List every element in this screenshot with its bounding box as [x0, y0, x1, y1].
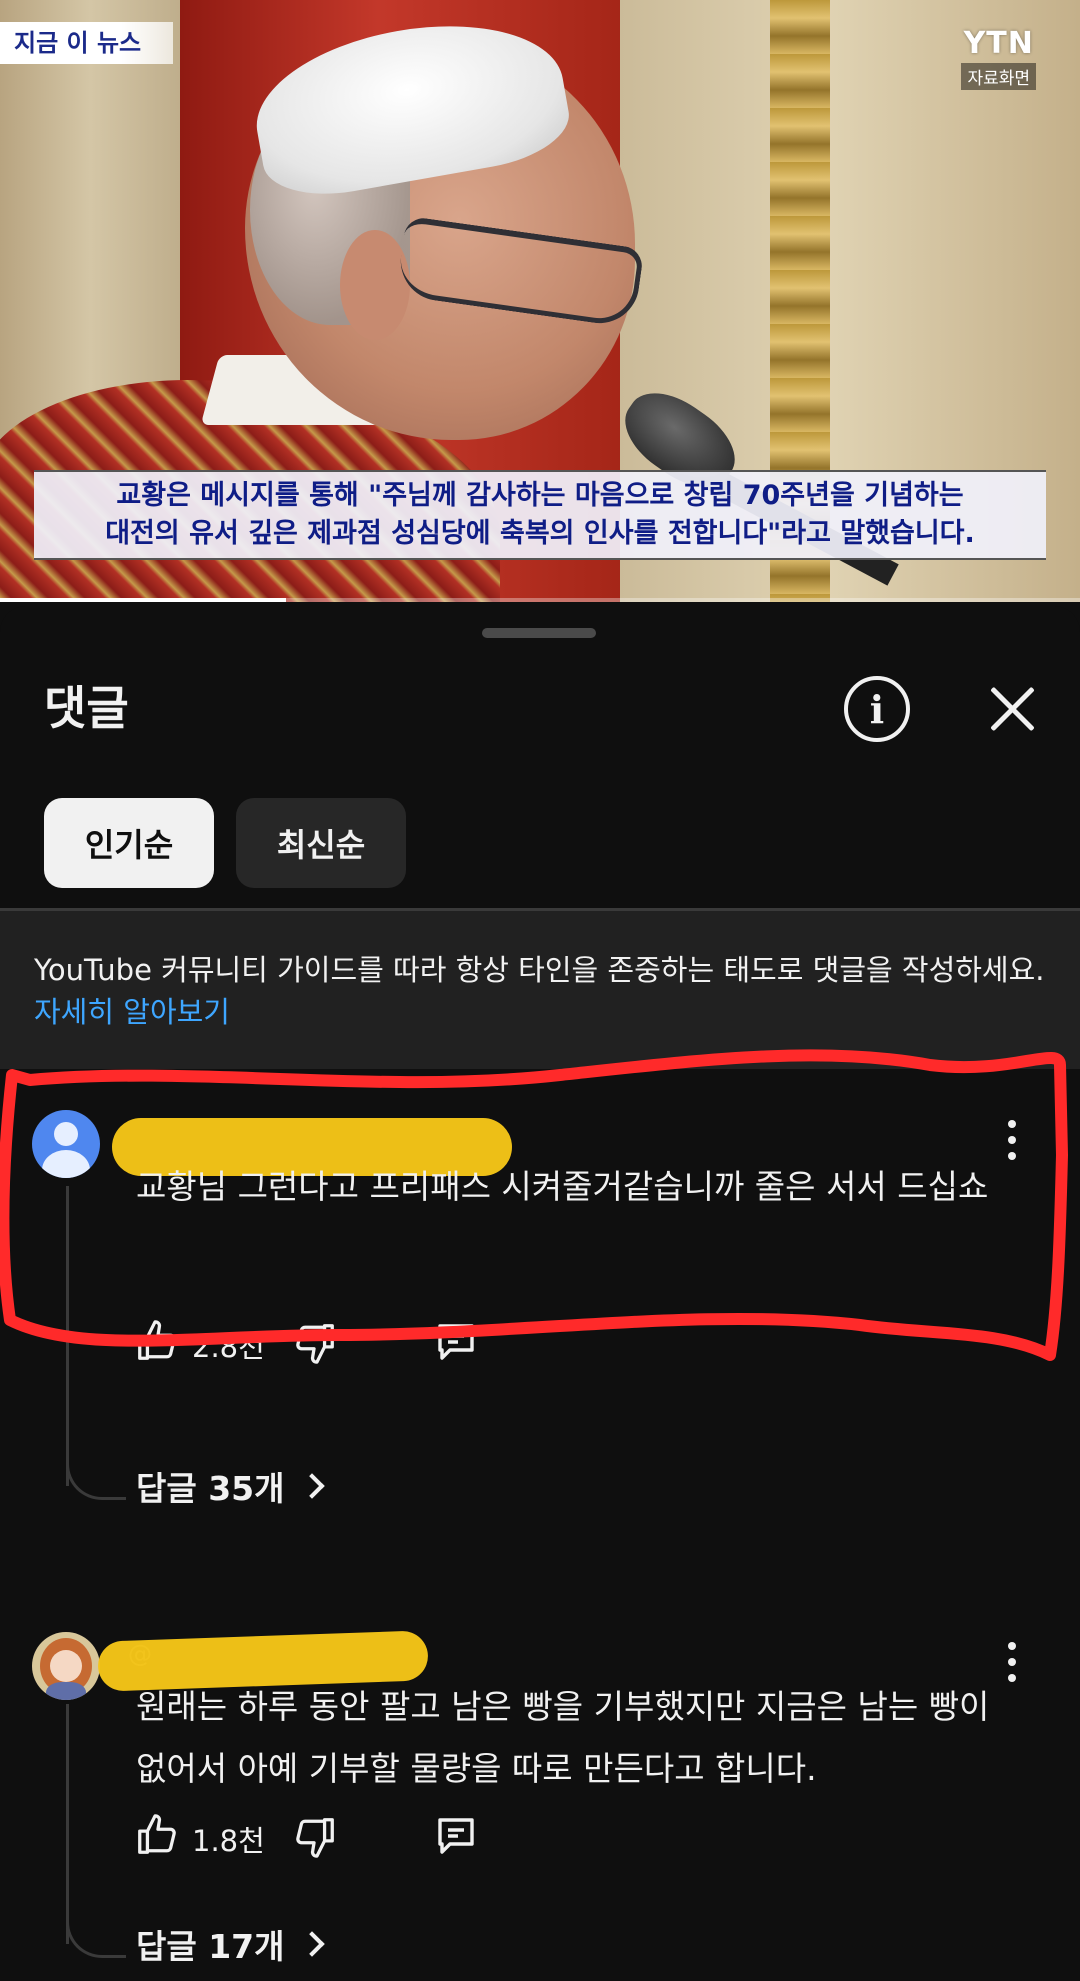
sort-chip-popular[interactable]: 인기순	[44, 798, 214, 888]
comment-item: 교황님 그런다고 프리패스 시켜줄거같습니까 줄은 서서 드십쇼 2.8천 답글…	[0, 1090, 1080, 1630]
chevron-right-icon	[298, 1473, 325, 1499]
thread-connector	[66, 1918, 126, 1958]
learn-more-link[interactable]: 자세히 알아보기	[34, 995, 230, 1029]
more-options-icon[interactable]	[1000, 1120, 1024, 1160]
avatar-body	[42, 1150, 90, 1178]
avatar-head	[54, 1122, 78, 1146]
channel-logo: YTN 자료화면	[961, 26, 1036, 90]
reply-icon[interactable]	[432, 1812, 480, 1860]
dislike-icon[interactable]	[292, 1814, 338, 1860]
guideline-text-wrap: YouTube 커뮤니티 가이드를 따라 항상 타인을 존중하는 태도로 댓글을…	[34, 949, 1046, 1033]
video-progress-bar[interactable]	[0, 598, 1080, 602]
subtitle-line-1: 교황은 메시지를 통해 "주님께 감사하는 마음으로 창립 70주년을 기념하는	[116, 480, 964, 511]
reply-icon[interactable]	[432, 1318, 480, 1366]
view-replies-button[interactable]: 답글 35개	[136, 1462, 325, 1510]
video-subtitle: 교황은 메시지를 통해 "주님께 감사하는 마음으로 창립 70주년을 기념하는…	[34, 470, 1046, 560]
sheet-title: 댓글	[44, 681, 129, 735]
sort-chip-newest[interactable]: 최신순	[236, 798, 406, 888]
like-icon[interactable]	[134, 1812, 180, 1858]
avatar-face	[50, 1650, 82, 1682]
default-avatar-icon[interactable]	[32, 1110, 100, 1178]
like-count: 2.8천	[192, 1330, 265, 1364]
channel-logo-sub: 자료화면	[961, 63, 1036, 90]
sheet-drag-handle[interactable]	[482, 628, 596, 638]
comment-text: 교황님 그런다고 프리패스 시켜줄거같습니까 줄은 서서 드십쇼	[136, 1167, 989, 1206]
comments-sheet: 댓글 i 인기순 최신순 YouTube 커뮤니티 가이드를 따라 항상 타인을…	[0, 606, 1080, 1981]
channel-logo-text: YTN	[963, 26, 1034, 61]
news-tag: 지금 이 뉴스	[0, 22, 174, 64]
video-figure	[340, 230, 410, 340]
like-count: 1.8천	[192, 1824, 265, 1858]
app-root: 지금 이 뉴스 YTN 자료화면 교황은 메시지를 통해 "주님께 감사하는 마…	[0, 0, 1080, 1981]
chevron-right-icon	[298, 1931, 325, 1957]
view-replies-button[interactable]: 답글 17개	[136, 1920, 325, 1968]
comment-text: 원래는 하루 동안 팔고 남은 빵을 기부했지만 지금은 남는 빵이 없어서 아…	[136, 1687, 990, 1788]
thread-line	[66, 1704, 69, 1944]
avatar-shirt	[46, 1682, 86, 1700]
guideline-text: YouTube 커뮤니티 가이드를 따라 항상 타인을 존중하는 태도로 댓글을…	[34, 953, 1045, 987]
thread-connector	[66, 1460, 126, 1500]
like-icon[interactable]	[134, 1318, 180, 1364]
video-player[interactable]: 지금 이 뉴스 YTN 자료화면 교황은 메시지를 통해 "주님께 감사하는 마…	[0, 0, 1080, 602]
close-icon[interactable]	[988, 684, 1038, 734]
comment-item: @ 원래는 하루 동안 팔고 남은 빵을 기부했지만 지금은 남는 빵이 없어서…	[0, 1616, 1080, 1981]
community-guideline-banner: YouTube 커뮤니티 가이드를 따라 항상 타인을 존중하는 태도로 댓글을…	[0, 911, 1080, 1069]
dislike-icon[interactable]	[292, 1320, 338, 1366]
replies-label: 답글 17개	[136, 1927, 285, 1966]
info-icon[interactable]: i	[844, 676, 910, 742]
subtitle-line-2: 대전의 유서 깊은 제과점 성심당에 축복의 인사를 전합니다"라고 말했습니다…	[105, 518, 975, 549]
thread-line	[66, 1186, 69, 1486]
cartoon-avatar-icon[interactable]	[32, 1632, 100, 1700]
video-progress-fill	[0, 598, 287, 602]
replies-label: 답글 35개	[136, 1469, 285, 1508]
